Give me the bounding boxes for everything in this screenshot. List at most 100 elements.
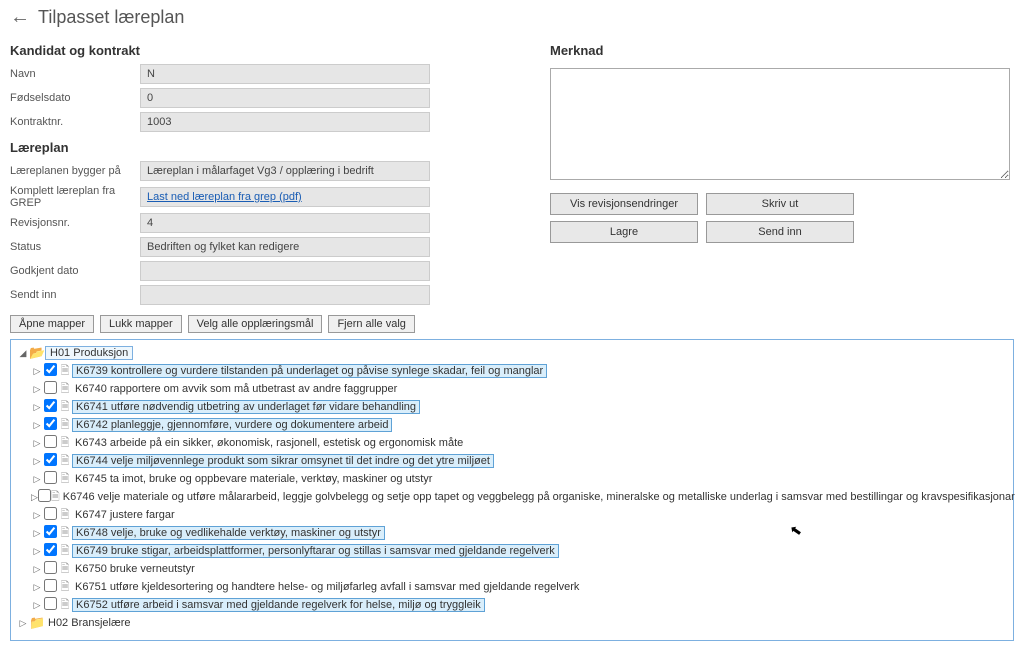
- label-kontraktnr: Kontraktnr.: [10, 116, 140, 128]
- checkbox[interactable]: [43, 453, 58, 469]
- fjern-alle-button[interactable]: Fjern alle valg: [328, 315, 414, 333]
- kandidat-heading: Kandidat og kontrakt: [10, 43, 530, 58]
- field-kontraktnr: 1003: [140, 112, 430, 132]
- field-bygger-pa: Læreplan i målarfaget Vg3 / opplæring i …: [140, 161, 430, 181]
- checkbox[interactable]: [43, 543, 58, 559]
- checkbox[interactable]: [38, 489, 51, 505]
- label-status: Status: [10, 241, 140, 253]
- tree-item-label: K6751 utføre kjeldesortering og handtere…: [72, 581, 582, 593]
- checkbox[interactable]: [43, 525, 58, 541]
- tree-item[interactable]: ▷🗎K6743 arbeide på ein sikker, økonomisk…: [31, 434, 1007, 452]
- document-icon: 🗎: [58, 524, 72, 543]
- velg-alle-button[interactable]: Velg alle opplæringsmål: [188, 315, 323, 333]
- checkbox[interactable]: [43, 597, 58, 613]
- tree-item-label: K6745 ta imot, bruke og oppbevare materi…: [72, 473, 435, 485]
- checkbox[interactable]: [43, 417, 58, 433]
- label-komplett: Komplett læreplan fra GREP: [10, 185, 140, 209]
- tree-item-label: K6750 bruke verneutstyr: [72, 563, 198, 575]
- checkbox[interactable]: [43, 381, 58, 397]
- tree-item[interactable]: ▷🗎K6746 velje materiale og utføre målara…: [31, 488, 1007, 506]
- expand-icon[interactable]: ▷: [31, 546, 43, 557]
- tree-item-label: K6747 justere fargar: [72, 509, 178, 521]
- tree-item[interactable]: ▷ 🗎K6750 bruke verneutstyr: [31, 560, 1007, 578]
- tree-item[interactable]: ▷🗎K6740 rapportere om avvik som må utbet…: [31, 380, 1007, 398]
- tree-folder-h02[interactable]: ▷ 📁 H02 Bransjelære: [17, 614, 1007, 632]
- expand-icon[interactable]: ▷: [31, 492, 38, 503]
- tree-item[interactable]: ▷ 🗎K6739 kontrollere og vurdere tilstande…: [31, 362, 1007, 380]
- expand-icon[interactable]: ▷: [31, 510, 43, 521]
- label-navn: Navn: [10, 68, 140, 80]
- tree-item-label: K6739 kontrollere og vurdere tilstanden …: [72, 364, 547, 378]
- tree-item-label: K6743 arbeide på ein sikker, økonomisk, …: [72, 437, 466, 449]
- document-icon: 🗎: [58, 470, 72, 489]
- expand-icon[interactable]: ▷: [31, 474, 43, 485]
- tree-item[interactable]: ▷🗎K6741 utføre nødvendig utbetring av un…: [31, 398, 1007, 416]
- document-icon: 🗎: [58, 416, 72, 435]
- send-inn-button[interactable]: Send inn: [706, 221, 854, 243]
- field-navn: N: [140, 64, 430, 84]
- expand-icon[interactable]: ▷: [31, 600, 43, 611]
- page-title: Tilpasset læreplan: [38, 7, 184, 28]
- tree-item[interactable]: ▷🗎K6747 justere fargar: [31, 506, 1007, 524]
- tree-item[interactable]: ▷ 🗎K6745 ta imot, bruke og oppbevare mate…: [31, 470, 1007, 488]
- folder-label: H01 Produksjon: [45, 346, 133, 360]
- back-arrow-icon[interactable]: ←: [10, 6, 30, 29]
- document-icon: 🗎: [58, 542, 72, 561]
- tree-item[interactable]: ▷🗎K6744 velje miljøvennlege produkt som …: [31, 452, 1007, 470]
- apne-mapper-button[interactable]: Åpne mapper: [10, 315, 94, 333]
- skriv-ut-button[interactable]: Skriv ut: [706, 193, 854, 215]
- checkbox[interactable]: [43, 399, 58, 415]
- checkbox[interactable]: [43, 435, 58, 451]
- document-icon: 🗎: [58, 578, 72, 597]
- lagre-button[interactable]: Lagre: [550, 221, 698, 243]
- tree-item-label: K6742 planleggje, gjennomføre, vurdere o…: [72, 418, 392, 432]
- expand-icon[interactable]: ▷: [17, 618, 29, 629]
- document-icon: 🗎: [58, 380, 72, 399]
- expand-icon[interactable]: ▷: [31, 420, 43, 431]
- checkbox[interactable]: [43, 471, 58, 487]
- vis-revisjonsendringer-button[interactable]: Vis revisjonsendringer: [550, 193, 698, 215]
- merknad-textarea[interactable]: [550, 68, 1010, 180]
- expand-icon[interactable]: ▷: [31, 402, 43, 413]
- merknad-heading: Merknad: [550, 43, 1014, 58]
- tree-item[interactable]: ▷ 🗎K6751 utføre kjeldesortering og handte…: [31, 578, 1007, 596]
- tree-item[interactable]: ▷🗎K6752 utføre arbeid i samsvar med gjel…: [31, 596, 1007, 614]
- label-bygger-pa: Læreplanen bygger på: [10, 165, 140, 177]
- tree-item-label: K6746 velje materiale og utføre målararb…: [60, 491, 1018, 503]
- expand-icon[interactable]: ▷: [31, 384, 43, 395]
- tree-item[interactable]: ▷ 🗎K6742 planleggje, gjennomføre, vurdere…: [31, 416, 1007, 434]
- folder-label: H02 Bransjelære: [45, 617, 134, 629]
- folder-icon: 📁: [29, 615, 45, 631]
- expand-icon[interactable]: ▷: [31, 438, 43, 449]
- field-fodselsdato: 0: [140, 88, 430, 108]
- checkbox[interactable]: [43, 363, 58, 379]
- expand-icon[interactable]: ◢: [17, 348, 29, 359]
- label-godkjent: Godkjent dato: [10, 265, 140, 277]
- tree-item[interactable]: ▷ 🗎K6749 bruke stigar, arbeidsplattformer…: [31, 542, 1007, 560]
- lukk-mapper-button[interactable]: Lukk mapper: [100, 315, 182, 333]
- document-icon: 🗎: [58, 596, 72, 615]
- label-fodselsdato: Fødselsdato: [10, 92, 140, 104]
- tree-item[interactable]: ▷ 🗎K6748 velje, bruke og vedlikehalde ver…: [31, 524, 1007, 542]
- download-grep-link[interactable]: Last ned læreplan fra grep (pdf): [147, 191, 302, 203]
- expand-icon[interactable]: ▷: [31, 582, 43, 593]
- document-icon: 🗎: [51, 488, 60, 507]
- tree-item-label: K6741 utføre nødvendig utbetring av unde…: [72, 400, 420, 414]
- laereplan-heading: Læreplan: [10, 140, 530, 155]
- document-icon: 🗎: [58, 452, 72, 471]
- checkbox[interactable]: [43, 579, 58, 595]
- document-icon: 🗎: [58, 362, 72, 381]
- tree-item-label: K6748 velje, bruke og vedlikehalde verkt…: [72, 526, 385, 540]
- expand-icon[interactable]: ▷: [31, 456, 43, 467]
- folder-icon: 📂: [29, 345, 45, 361]
- expand-icon[interactable]: ▷: [31, 564, 43, 575]
- checkbox[interactable]: [43, 561, 58, 577]
- expand-icon[interactable]: ▷: [31, 366, 43, 377]
- checkbox[interactable]: [43, 507, 58, 523]
- tree-panel: ◢ 📂 H01 Produksjon ▷🗎K6739 kontrollere o…: [10, 339, 1014, 641]
- tree-folder-h01[interactable]: ◢ 📂 H01 Produksjon: [17, 344, 1007, 362]
- label-revisjonsnr: Revisjonsnr.: [10, 217, 140, 229]
- expand-icon[interactable]: ▷: [31, 528, 43, 539]
- document-icon: 🗎: [58, 560, 72, 579]
- tree-item-label: K6749 bruke stigar, arbeidsplattformer, …: [72, 544, 559, 558]
